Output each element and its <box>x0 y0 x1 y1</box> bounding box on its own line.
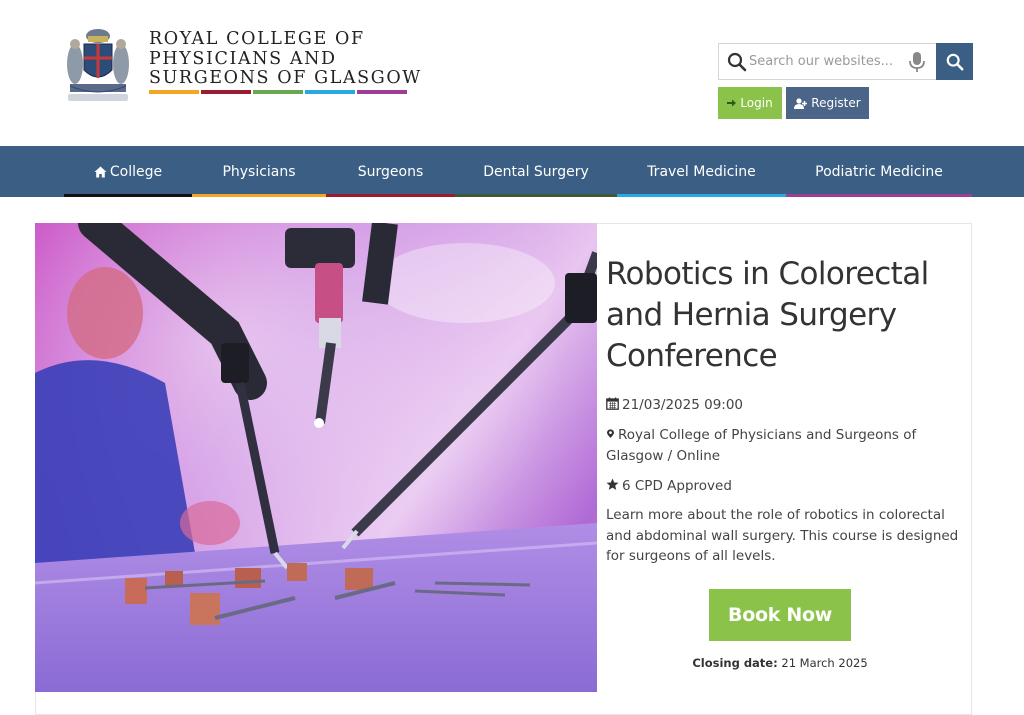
book-now-button[interactable]: Book Now <box>709 589 851 641</box>
strip-blue <box>305 90 355 94</box>
strip-orange <box>149 90 199 94</box>
event-hero-image <box>35 223 597 692</box>
login-label: Login <box>740 96 773 110</box>
sign-in-icon <box>727 99 737 107</box>
event-cpd: 6 CPD Approved <box>606 476 946 497</box>
event-location-text: Royal College of Physicians and Surgeons… <box>606 427 917 464</box>
search-box <box>718 43 936 80</box>
nav-label: Physicians <box>222 163 296 180</box>
event-title: Robotics in Colorectal and Hernia Surger… <box>606 256 929 374</box>
closing-date-label: Closing date: <box>692 656 778 670</box>
home-icon <box>94 166 107 177</box>
calendar-icon <box>606 397 619 410</box>
nav-label: Dental Surgery <box>483 163 589 180</box>
event-datetime: 21/03/2025 09:00 <box>606 395 946 416</box>
event-datetime-text: 21/03/2025 09:00 <box>622 397 744 413</box>
search-icon <box>946 53 963 70</box>
register-button[interactable]: Register <box>786 87 869 119</box>
search-button[interactable] <box>936 43 973 80</box>
star-icon <box>606 478 619 490</box>
login-button[interactable]: Login <box>718 87 782 119</box>
nav-label: College <box>109 163 163 180</box>
search-icon <box>727 52 747 72</box>
strip-purple <box>357 90 407 94</box>
college-crest-logo[interactable] <box>64 26 132 104</box>
strip-maroon <box>201 90 251 94</box>
strip-green <box>253 90 303 94</box>
nav-item-dental-surgery[interactable]: Dental Surgery <box>455 146 617 197</box>
site-header: ROYAL COLLEGE OF PHYSICIANS AND SURGEONS… <box>0 0 1024 146</box>
microphone-icon[interactable] <box>907 51 927 73</box>
closing-date-value: 21 March 2025 <box>781 656 868 670</box>
event-cpd-text: 6 CPD Approved <box>622 478 732 494</box>
nav-item-travel-medicine[interactable]: Travel Medicine <box>617 146 786 197</box>
search-input[interactable] <box>749 44 899 79</box>
brand-color-strip <box>149 90 407 94</box>
event-location: Royal College of Physicians and Surgeons… <box>606 425 946 466</box>
closing-date: Closing date: 21 March 2025 <box>606 656 954 670</box>
nav-label: Surgeons <box>357 163 424 180</box>
user-plus-icon <box>794 97 808 109</box>
nav-label: Travel Medicine <box>647 163 756 180</box>
nav-item-surgeons[interactable]: Surgeons <box>326 146 455 197</box>
main-nav: College Physicians Surgeons Dental Surge… <box>0 146 1024 197</box>
register-label: Register <box>811 96 861 110</box>
nav-item-physicians[interactable]: Physicians <box>192 146 326 197</box>
nav-item-podiatric-medicine[interactable]: Podiatric Medicine <box>786 146 972 197</box>
nav-item-college[interactable]: College <box>64 146 192 197</box>
nav-label: Podiatric Medicine <box>815 163 943 180</box>
map-marker-icon <box>607 429 614 438</box>
event-description: Learn more about the role of robotics in… <box>606 507 959 564</box>
college-name[interactable]: ROYAL COLLEGE OF PHYSICIANS AND SURGEONS… <box>149 29 422 89</box>
